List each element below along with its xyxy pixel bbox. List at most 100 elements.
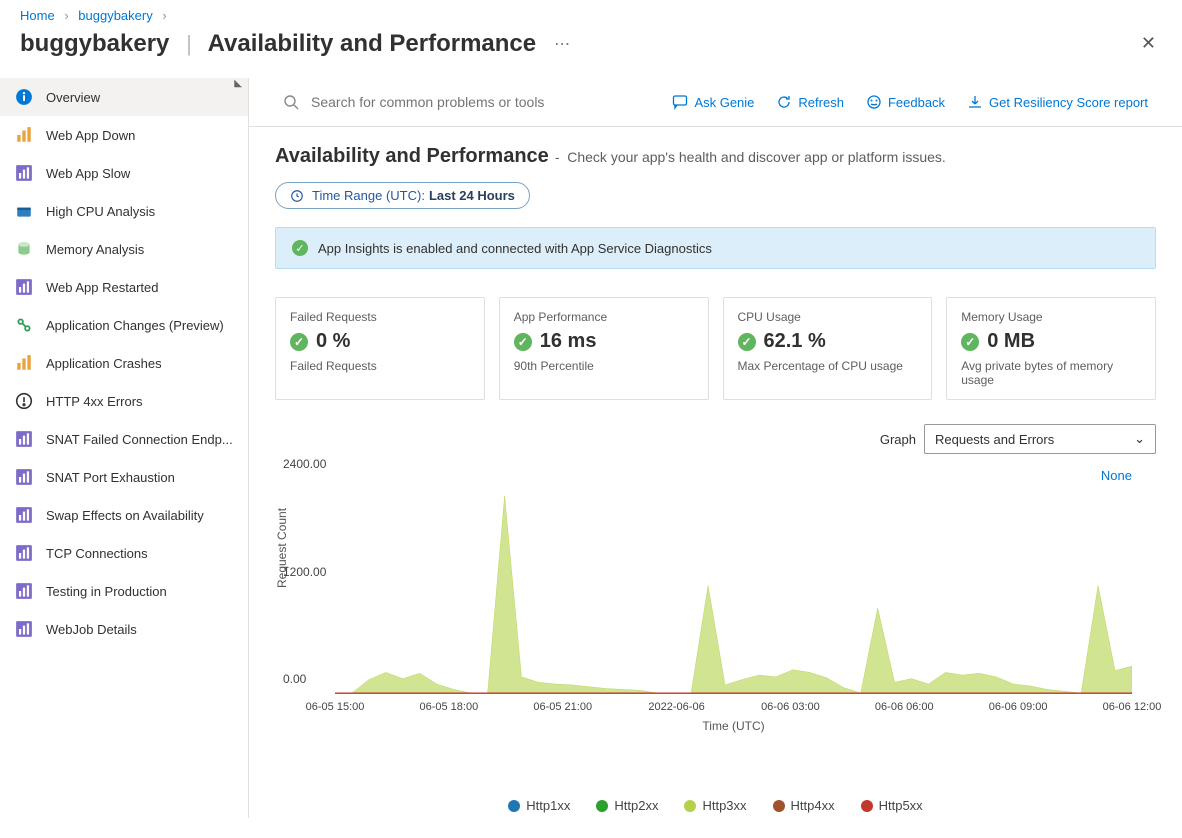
chart-xtick: 06-05 21:00 (533, 701, 592, 713)
legend-item[interactable]: Http2xx (596, 798, 658, 813)
stats-purple-icon (14, 620, 34, 638)
refresh-icon (776, 94, 792, 110)
metric-card[interactable]: Memory Usage✓0 MBAvg private bytes of me… (946, 297, 1156, 400)
sidebar-item-application-crashes[interactable]: Application Crashes (0, 344, 248, 382)
sidebar-item-snat-failed-connection-endp[interactable]: SNAT Failed Connection Endp... (0, 420, 248, 458)
sidebar-item-webjob-details[interactable]: WebJob Details (0, 610, 248, 648)
ask-genie-button[interactable]: Ask Genie (672, 94, 754, 110)
legend-item[interactable]: Http5xx (861, 798, 923, 813)
card-value: ✓62.1 % (738, 330, 918, 353)
sidebar-item-high-cpu-analysis[interactable]: High CPU Analysis (0, 192, 248, 230)
sidebar-item-web-app-down[interactable]: Web App Down (0, 116, 248, 154)
card-value: ✓16 ms (514, 330, 694, 353)
search-input[interactable] (309, 93, 633, 111)
card-value: ✓0 MB (961, 330, 1141, 353)
legend-item[interactable]: Http3xx (684, 798, 746, 813)
sidebar-item-label: Swap Effects on Availability (46, 508, 204, 523)
legend-swatch (596, 800, 608, 812)
time-range-value: Last 24 Hours (429, 188, 515, 203)
chevron-right-icon: › (162, 8, 166, 23)
sidebar-item-label: SNAT Failed Connection Endp... (46, 432, 233, 447)
sidebar-item-label: Web App Restarted (46, 280, 159, 295)
graph-select[interactable]: Requests and Errors ⌄ (924, 424, 1156, 454)
search-box[interactable] (283, 93, 650, 111)
chart-xlabel: Time (UTC) (702, 719, 764, 733)
sidebar-item-application-changes-preview[interactable]: Application Changes (Preview) (0, 306, 248, 344)
chart-area[interactable]: Time (UTC) 0.001200.002400.0006-05 15:00… (335, 478, 1132, 694)
title-page: Availability and Performance (208, 30, 537, 57)
breadcrumbs: Home › buggybakery › (0, 0, 1182, 25)
sidebar-item-web-app-restarted[interactable]: Web App Restarted (0, 268, 248, 306)
time-range-chip[interactable]: Time Range (UTC): Last 24 Hours (275, 182, 530, 209)
section-desc: - Check your app's health and discover a… (555, 149, 946, 165)
title-separator: | (186, 31, 192, 56)
graph-selector-row: Graph Requests and Errors ⌄ (275, 424, 1156, 454)
breadcrumb-app[interactable]: buggybakery (78, 8, 152, 23)
change-icon (14, 316, 34, 334)
sidebar-item-label: Application Changes (Preview) (46, 318, 224, 333)
metric-cards: Failed Requests✓0 %Failed RequestsApp Pe… (275, 297, 1156, 400)
sidebar-item-http-4xx-errors[interactable]: HTTP 4xx Errors (0, 382, 248, 420)
graph-select-value: Requests and Errors (935, 432, 1054, 447)
chart-xtick: 2022-06-06 (648, 701, 704, 713)
breadcrumb-home[interactable]: Home (20, 8, 55, 23)
chart-xtick: 06-06 06:00 (875, 701, 934, 713)
more-icon[interactable]: ⋯ (554, 34, 572, 54)
sidebar-item-label: Web App Down (46, 128, 135, 143)
chart-ytick: 1200.00 (283, 565, 326, 579)
sidebar-item-label: WebJob Details (46, 622, 137, 637)
toolbar: Ask Genie Refresh Feedback Get Resilienc… (249, 78, 1182, 127)
banner-text: App Insights is enabled and connected wi… (318, 241, 712, 256)
metric-card[interactable]: CPU Usage✓62.1 %Max Percentage of CPU us… (723, 297, 933, 400)
sidebar-item-label: TCP Connections (46, 546, 148, 561)
content: Availability and Performance - Check you… (249, 127, 1182, 813)
chevron-down-icon: ⌄ (1134, 431, 1145, 447)
title-app: buggybakery (20, 30, 169, 57)
chart-legend: Http1xx Http2xx Http3xx Http4xx Http5xx (275, 798, 1156, 813)
stats-purple-icon (14, 468, 34, 486)
legend-item[interactable]: Http1xx (508, 798, 570, 813)
cpu-icon (14, 202, 34, 220)
stats-purple-icon (14, 582, 34, 600)
sidebar-item-web-app-slow[interactable]: Web App Slow (0, 154, 248, 192)
sidebar-item-swap-effects-on-availability[interactable]: Swap Effects on Availability (0, 496, 248, 534)
alert-icon (14, 392, 34, 410)
check-icon: ✓ (290, 333, 308, 351)
refresh-button[interactable]: Refresh (776, 94, 844, 110)
sidebar-item-label: Web App Slow (46, 166, 130, 181)
chart-xtick: 06-06 12:00 (1103, 701, 1162, 713)
search-icon (283, 94, 299, 110)
legend-item[interactable]: Http4xx (773, 798, 835, 813)
resiliency-report-button[interactable]: Get Resiliency Score report (967, 94, 1148, 110)
sidebar-item-overview[interactable]: Overview (0, 78, 248, 116)
chart-xtick: 06-06 03:00 (761, 701, 820, 713)
section-title: Availability and Performance (275, 145, 549, 168)
close-icon[interactable]: ✕ (1135, 27, 1162, 60)
stats-purple-icon (14, 506, 34, 524)
clock-icon (290, 189, 304, 203)
sidebar-item-label: Application Crashes (46, 356, 162, 371)
download-icon (967, 94, 983, 110)
card-value: ✓0 % (290, 330, 470, 353)
page-title-bar: buggybakery | Availability and Performan… (0, 25, 1182, 78)
chart-ytick: 2400.00 (283, 457, 326, 471)
collapse-icon[interactable]: ◣ (234, 78, 242, 89)
sidebar-item-tcp-connections[interactable]: TCP Connections (0, 534, 248, 572)
sidebar-item-memory-analysis[interactable]: Memory Analysis (0, 230, 248, 268)
metric-card[interactable]: Failed Requests✓0 %Failed Requests (275, 297, 485, 400)
sidebar-item-label: High CPU Analysis (46, 204, 155, 219)
card-desc: Failed Requests (290, 359, 470, 373)
legend-swatch (773, 800, 785, 812)
metric-card[interactable]: App Performance✓16 ms90th Percentile (499, 297, 709, 400)
memory-icon (14, 240, 34, 258)
stats-purple-icon (14, 164, 34, 182)
sidebar-item-testing-in-production[interactable]: Testing in Production (0, 572, 248, 610)
graph-label: Graph (880, 432, 916, 447)
sidebar: ◣ Overview Web App Down Web App Slow High C… (0, 78, 249, 818)
sidebar-item-label: Overview (46, 90, 100, 105)
sidebar-item-label: SNAT Port Exhaustion (46, 470, 175, 485)
check-icon: ✓ (292, 240, 308, 256)
sidebar-item-snat-port-exhaustion[interactable]: SNAT Port Exhaustion (0, 458, 248, 496)
feedback-button[interactable]: Feedback (866, 94, 945, 110)
sidebar-item-label: Testing in Production (46, 584, 167, 599)
